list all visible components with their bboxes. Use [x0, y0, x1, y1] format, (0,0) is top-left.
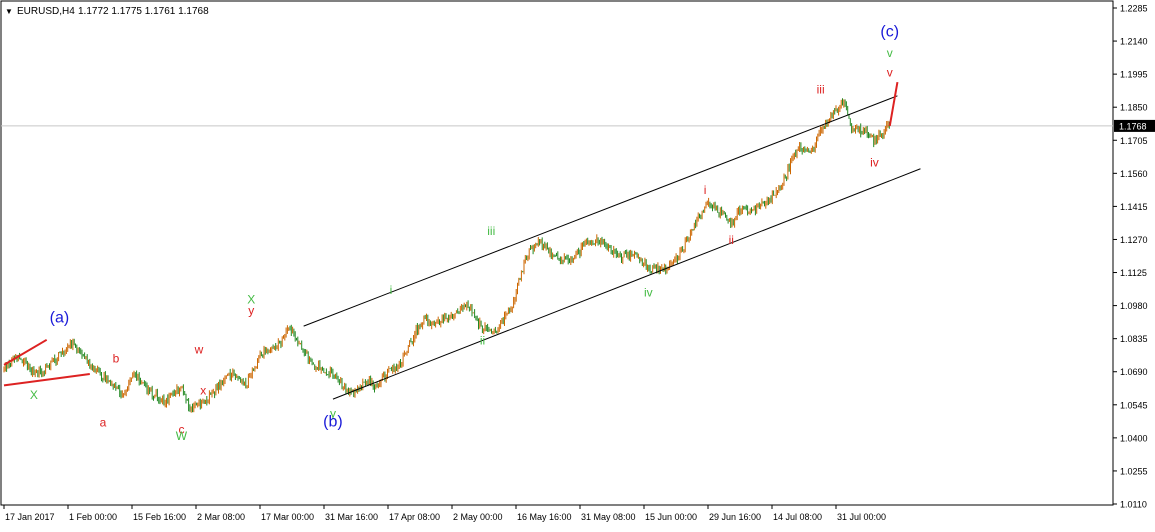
- y-tick-label: 1.1850: [1120, 103, 1148, 113]
- wave-label: x: [200, 384, 206, 398]
- y-tick-label: 1.1125: [1120, 268, 1147, 278]
- wave-label: i: [704, 183, 707, 197]
- wave-label: iv: [644, 285, 653, 299]
- symbol-timeframe-label: EURUSD,H4: [17, 6, 75, 17]
- x-tick-label: 15 Feb 16:00: [133, 512, 186, 522]
- y-tick-label: 1.1415: [1120, 202, 1148, 212]
- y-tick-label: 1.2285: [1120, 4, 1148, 14]
- x-tick-label: 1 Feb 00:00: [69, 512, 117, 522]
- wave-label: w: [194, 342, 204, 356]
- current-price-tag-label: 1.1768: [1119, 121, 1147, 131]
- wave-label: W: [176, 429, 188, 443]
- x-tick-label: 31 Mar 16:00: [325, 512, 378, 522]
- y-tick-label: 1.0545: [1120, 400, 1148, 410]
- x-tick-label: 31 Jul 00:00: [837, 512, 886, 522]
- x-tick-label: 2 May 00:00: [453, 512, 503, 522]
- y-tick-label: 1.2140: [1120, 37, 1148, 47]
- eurusd-h4-candlestick-chart[interactable]: (a)Xba cWwxXyy(b)iiiiiiiviiiiiiiv(c)vv 1.…: [0, 0, 1155, 527]
- wave-label: iii: [487, 224, 495, 238]
- wave-label: b: [113, 352, 120, 366]
- y-tick-label: 1.0255: [1120, 466, 1148, 476]
- y-tick-label: 1.1560: [1120, 169, 1148, 179]
- wave-label: iv: [870, 155, 879, 169]
- x-tick-label: 17 Jan 2017: [5, 512, 55, 522]
- wave-label: iii: [817, 83, 825, 97]
- wave-label: (b): [323, 413, 343, 430]
- x-tick-label: 14 Jul 08:00: [773, 512, 822, 522]
- y-tick-label: 1.0980: [1120, 301, 1148, 311]
- wave-label: X: [30, 388, 38, 402]
- x-tick-label: 17 Mar 00:00: [261, 512, 314, 522]
- x-tick-label: 2 Mar 08:00: [197, 512, 245, 522]
- wave-label: a: [100, 415, 107, 429]
- y-tick-label: 1.1705: [1120, 136, 1148, 146]
- x-tick-label: 29 Jun 16:00: [709, 512, 761, 522]
- y-tick-label: 1.0400: [1120, 433, 1148, 443]
- chart-menu-icon[interactable]: ▼: [5, 7, 13, 16]
- x-tick-label: 15 Jun 00:00: [645, 512, 697, 522]
- y-tick-label: 1.0835: [1120, 334, 1148, 344]
- x-tick-label: 31 May 08:00: [581, 512, 636, 522]
- wave-label: i: [390, 283, 393, 297]
- wave-label: v: [887, 46, 893, 60]
- x-tick-label: 17 Apr 08:00: [389, 512, 440, 522]
- y-tick-label: 1.1995: [1120, 70, 1148, 80]
- x-tick-label: 16 May 16:00: [517, 512, 572, 522]
- wave-label: y: [248, 304, 254, 318]
- wave-label: (a): [50, 310, 70, 327]
- wave-label: v: [887, 65, 893, 79]
- wave-label: (c): [880, 24, 899, 41]
- y-tick-label: 1.1270: [1120, 235, 1148, 245]
- y-tick-label: 1.0690: [1120, 367, 1148, 377]
- wave-label: ii: [480, 333, 485, 347]
- chart-window[interactable]: (a) Xb a c Ww x Xy y (b) i ii iii iv i ii iii iv (c) v v 1.…: [0, 0, 1155, 527]
- ohlc-readout: 1.1772 1.1775 1.1761 1.1768: [78, 6, 209, 17]
- wave-label: ii: [729, 233, 734, 247]
- y-tick-label: 1.0110: [1120, 500, 1147, 510]
